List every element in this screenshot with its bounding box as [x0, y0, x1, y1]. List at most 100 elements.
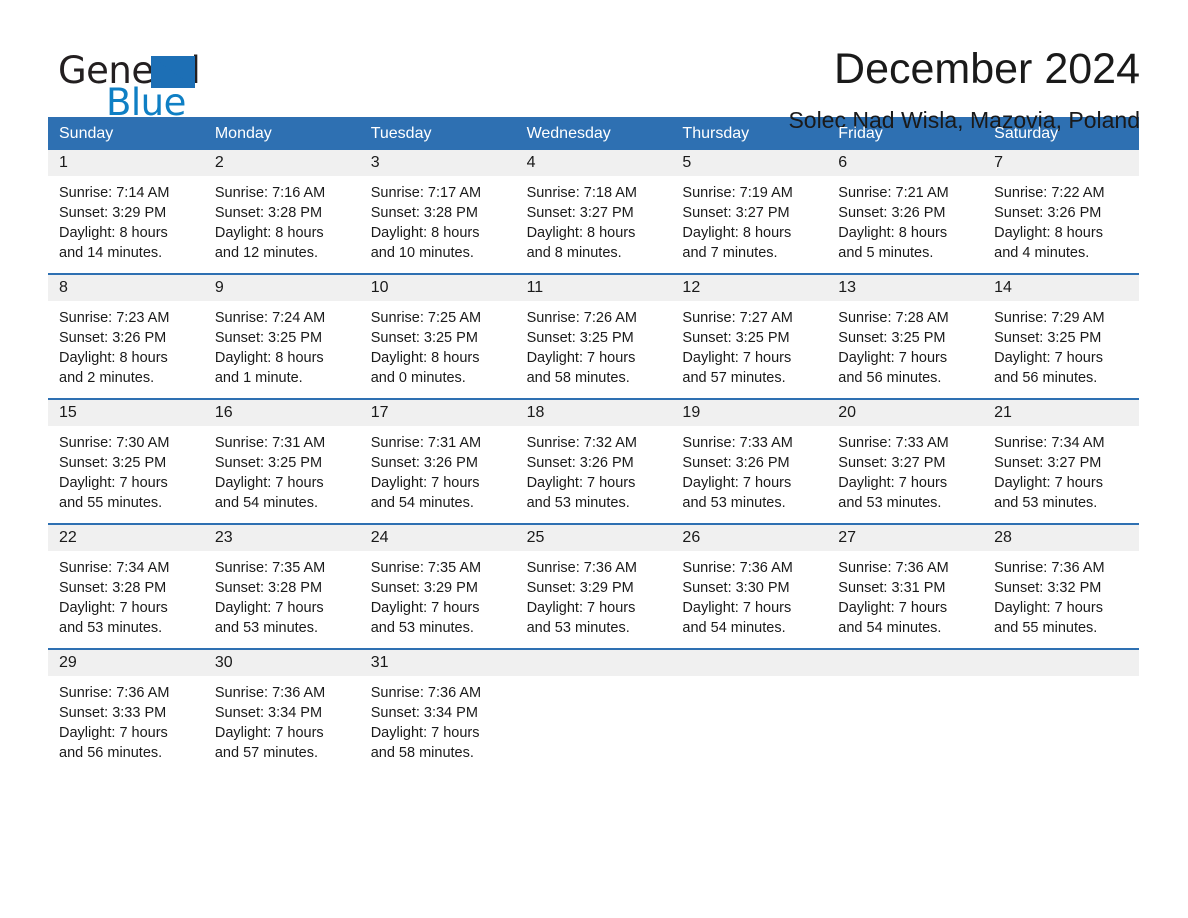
day-cell[interactable]: 11 Sunrise: 7:26 AM Sunset: 3:25 PM Dayligh…	[515, 275, 672, 398]
daylight-duration-line1: Daylight: 7 hours	[214, 725, 324, 741]
day-cell[interactable]: 17 Sunrise: 7:31 AM Sunset: 3:26 PM Dayligh…	[359, 400, 516, 523]
calendar-week-row: 15 Sunrise: 7:30 AM Sunset: 3:25 PM Dayligh…	[48, 398, 1139, 523]
day-number: 1	[48, 150, 204, 176]
day-number: 8	[48, 275, 204, 301]
day-details: Sunrise: 7:36 AM Sunset: 3:31 PM Daylight:…	[827, 551, 983, 648]
day-details: Sunrise: 7:23 AM Sunset: 3:26 PM Daylight:…	[48, 301, 204, 398]
sunset-time: Sunset: 3:25 PM	[59, 455, 167, 471]
daylight-duration-line2: and 53 minutes.	[526, 620, 630, 636]
day-details: Sunrise: 7:22 AM Sunset: 3:26 PM Daylight:…	[983, 176, 1139, 273]
sunset-time: Sunset: 3:25 PM	[526, 330, 634, 346]
daylight-duration-line1: Daylight: 7 hours	[526, 350, 636, 366]
day-cell[interactable]: 14 Sunrise: 7:29 AM Sunset: 3:25 PM Dayligh…	[983, 275, 1139, 398]
day-details: Sunrise: 7:29 AM Sunset: 3:25 PM Daylight:…	[983, 301, 1139, 398]
day-cell[interactable]: 7 Sunrise: 7:22 AM Sunset: 3:26 PM Daylight…	[983, 150, 1139, 273]
day-cell[interactable]: 31 Sunrise: 7:36 AM Sunset: 3:34 PM Dayligh…	[359, 650, 516, 773]
sunrise-time: Sunrise: 7:18 AM	[526, 185, 637, 201]
daylight-duration-line1: Daylight: 8 hours	[682, 225, 792, 241]
sunrise-time: Sunrise: 7:31 AM	[214, 435, 326, 451]
day-cell[interactable]: 2 Sunrise: 7:16 AM Sunset: 3:28 PM Daylight…	[203, 150, 360, 273]
day-cell[interactable]: 10 Sunrise: 7:25 AM Sunset: 3:25 PM Dayligh…	[359, 275, 516, 398]
daylight-duration-line2: and 56 minutes.	[838, 370, 942, 386]
daylight-duration-line2: and 57 minutes.	[214, 745, 319, 761]
day-number: 18	[515, 400, 672, 426]
day-details: Sunrise: 7:18 AM Sunset: 3:27 PM Daylight:…	[516, 176, 672, 273]
daylight-duration-line1: Daylight: 8 hours	[370, 350, 480, 366]
daylight-duration-line1: Daylight: 7 hours	[682, 600, 792, 616]
day-details: Sunrise: 7:36 AM Sunset: 3:32 PM Daylight:…	[983, 551, 1139, 648]
sunset-time: Sunset: 3:25 PM	[682, 330, 790, 346]
day-cell[interactable]: 1 Sunrise: 7:14 AM Sunset: 3:29 PM Daylight…	[48, 150, 204, 273]
day-cell[interactable]: 28 Sunrise: 7:36 AM Sunset: 3:32 PM Dayligh…	[983, 525, 1139, 648]
day-details: Sunrise: 7:28 AM Sunset: 3:25 PM Daylight:…	[827, 301, 983, 398]
day-cell[interactable]: 12 Sunrise: 7:27 AM Sunset: 3:25 PM Dayligh…	[671, 275, 828, 398]
day-cell[interactable]: 13 Sunrise: 7:28 AM Sunset: 3:25 PM Dayligh…	[827, 275, 984, 398]
sunrise-time: Sunrise: 7:17 AM	[370, 185, 482, 201]
day-cell[interactable]: 3 Sunrise: 7:17 AM Sunset: 3:28 PM Daylight…	[359, 150, 516, 273]
page-title: December 2024	[834, 45, 1140, 93]
daylight-duration-line1: Daylight: 8 hours	[59, 350, 168, 366]
day-cell[interactable]: 25 Sunrise: 7:36 AM Sunset: 3:29 PM Dayligh…	[515, 525, 672, 648]
sunrise-time: Sunrise: 7:26 AM	[526, 310, 637, 326]
sunrise-time: Sunrise: 7:36 AM	[59, 685, 170, 701]
day-details: Sunrise: 7:36 AM Sunset: 3:34 PM Daylight:…	[204, 676, 360, 773]
day-cell[interactable]: 9 Sunrise: 7:24 AM Sunset: 3:25 PM Daylight…	[203, 275, 360, 398]
day-number: 11	[515, 275, 672, 301]
day-number: 15	[48, 400, 204, 426]
day-details: Sunrise: 7:26 AM Sunset: 3:25 PM Daylight:…	[516, 301, 672, 398]
sunrise-time: Sunrise: 7:34 AM	[59, 560, 170, 576]
day-cell[interactable]: 6 Sunrise: 7:21 AM Sunset: 3:26 PM Daylight…	[827, 150, 984, 273]
sunrise-time: Sunrise: 7:19 AM	[682, 185, 793, 201]
daylight-duration-line2: and 8 minutes.	[526, 245, 622, 261]
day-cell[interactable]: 19 Sunrise: 7:33 AM Sunset: 3:26 PM Dayligh…	[671, 400, 828, 523]
daylight-duration-line2: and 14 minutes.	[59, 245, 163, 261]
sunrise-time: Sunrise: 7:24 AM	[214, 310, 326, 326]
sunset-time: Sunset: 3:25 PM	[370, 330, 478, 346]
day-cell[interactable]: 18 Sunrise: 7:32 AM Sunset: 3:26 PM Dayligh…	[515, 400, 672, 523]
day-details: Sunrise: 7:19 AM Sunset: 3:27 PM Daylight:…	[671, 176, 827, 273]
sunset-time: Sunset: 3:26 PM	[682, 455, 790, 471]
sunset-time: Sunset: 3:26 PM	[526, 455, 634, 471]
day-cell[interactable]: 30 Sunrise: 7:36 AM Sunset: 3:34 PM Dayligh…	[203, 650, 360, 773]
daylight-duration-line1: Daylight: 8 hours	[214, 225, 324, 241]
day-cell[interactable]: 24 Sunrise: 7:35 AM Sunset: 3:29 PM Dayligh…	[359, 525, 516, 648]
day-number: 4	[515, 150, 672, 176]
daylight-duration-line1: Daylight: 7 hours	[370, 600, 480, 616]
day-cell[interactable]: 15 Sunrise: 7:30 AM Sunset: 3:25 PM Dayligh…	[48, 400, 204, 523]
daylight-duration-line2: and 56 minutes.	[59, 745, 163, 761]
day-cell[interactable]: 8 Sunrise: 7:23 AM Sunset: 3:26 PM Daylight…	[48, 275, 204, 398]
sunrise-time: Sunrise: 7:35 AM	[370, 560, 482, 576]
sunrise-time: Sunrise: 7:36 AM	[370, 685, 482, 701]
daylight-duration-line2: and 5 minutes.	[838, 245, 934, 261]
day-details: Sunrise: 7:33 AM Sunset: 3:27 PM Daylight:…	[827, 426, 983, 523]
daylight-duration-line2: and 53 minutes.	[838, 495, 942, 511]
daylight-duration-line2: and 58 minutes.	[526, 370, 630, 386]
day-cell[interactable]: 22 Sunrise: 7:34 AM Sunset: 3:28 PM Dayligh…	[48, 525, 204, 648]
day-cell-empty	[827, 650, 984, 773]
daylight-duration-line2: and 53 minutes.	[214, 620, 319, 636]
day-cell[interactable]: 21 Sunrise: 7:34 AM Sunset: 3:27 PM Dayligh…	[983, 400, 1139, 523]
day-number: 20	[827, 400, 984, 426]
day-cell[interactable]: 23 Sunrise: 7:35 AM Sunset: 3:28 PM Dayligh…	[203, 525, 360, 648]
day-details: Sunrise: 7:33 AM Sunset: 3:26 PM Daylight:…	[671, 426, 827, 523]
day-cell[interactable]: 20 Sunrise: 7:33 AM Sunset: 3:27 PM Dayligh…	[827, 400, 984, 523]
day-cell[interactable]: 26 Sunrise: 7:36 AM Sunset: 3:30 PM Dayligh…	[671, 525, 828, 648]
calendar-page: General Blue December 2024 Solec Nad Wis…	[0, 0, 1188, 918]
day-cell-empty	[515, 650, 672, 773]
day-number: 17	[359, 400, 516, 426]
day-cell[interactable]: 4 Sunrise: 7:18 AM Sunset: 3:27 PM Daylight…	[515, 150, 672, 273]
daylight-duration-line1: Daylight: 7 hours	[526, 600, 636, 616]
sunrise-sunset-calendar: Sunday Monday Tuesday Wednesday Thursday…	[48, 117, 1139, 773]
day-cell[interactable]: 27 Sunrise: 7:36 AM Sunset: 3:31 PM Dayligh…	[827, 525, 984, 648]
day-cell[interactable]: 29 Sunrise: 7:36 AM Sunset: 3:33 PM Dayligh…	[48, 650, 204, 773]
day-cell-empty	[671, 650, 828, 773]
day-cell[interactable]: 16 Sunrise: 7:31 AM Sunset: 3:25 PM Dayligh…	[203, 400, 360, 523]
generalblue-logo[interactable]: General Blue	[48, 44, 238, 124]
day-details: Sunrise: 7:16 AM Sunset: 3:28 PM Daylight:…	[204, 176, 360, 273]
day-cell[interactable]: 5 Sunrise: 7:19 AM Sunset: 3:27 PM Daylight…	[671, 150, 828, 273]
daylight-duration-line2: and 58 minutes.	[370, 745, 474, 761]
daylight-duration-line1: Daylight: 7 hours	[370, 475, 480, 491]
day-details: Sunrise: 7:31 AM Sunset: 3:26 PM Daylight:…	[360, 426, 516, 523]
sunrise-time: Sunrise: 7:33 AM	[682, 435, 793, 451]
sunset-time: Sunset: 3:26 PM	[59, 330, 167, 346]
